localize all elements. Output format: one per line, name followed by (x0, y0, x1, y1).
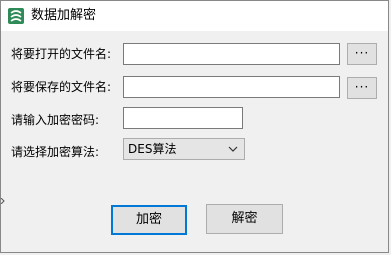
title-bar[interactable]: 数据加解密 (1, 1, 388, 31)
save-file-browse-button[interactable]: ··· (347, 77, 377, 99)
algorithm-label: 请选择加密算法: (11, 145, 100, 159)
app-icon (8, 8, 24, 24)
open-file-label: 将要打开的文件名: (11, 47, 112, 61)
save-file-label: 将要保存的文件名: (11, 80, 112, 94)
chevron-down-icon (228, 146, 238, 152)
main-window: 数据加解密 将要打开的文件名: ··· 将要保存的文件名: ··· 请输入加密密… (0, 0, 389, 253)
password-input[interactable] (123, 107, 243, 129)
save-file-input[interactable] (123, 76, 340, 98)
resize-edge-icon (1, 198, 5, 204)
window-title: 数据加解密 (31, 8, 97, 23)
decrypt-button[interactable]: 解密 (206, 204, 283, 234)
encrypt-button[interactable]: 加密 (111, 205, 187, 235)
algorithm-selected-value: DES算法 (128, 142, 177, 156)
open-file-input[interactable] (123, 43, 340, 65)
password-label: 请输入加密密码: (11, 113, 100, 127)
open-file-browse-button[interactable]: ··· (347, 43, 377, 65)
algorithm-select[interactable]: DES算法 (123, 138, 245, 160)
